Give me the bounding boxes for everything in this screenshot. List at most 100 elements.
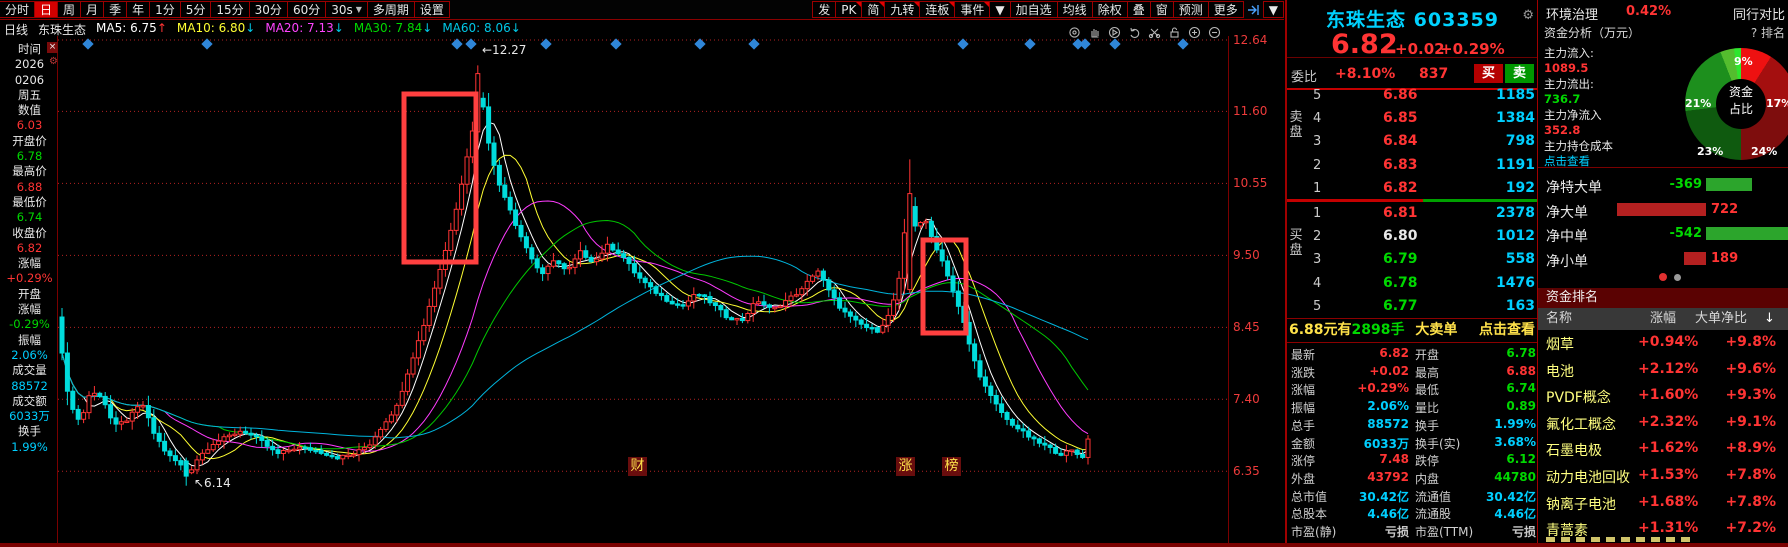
stat-label: 最高 — [1415, 365, 1440, 380]
toolbar-button[interactable]: 九转 — [884, 1, 921, 18]
toolbar-button[interactable]: 简 — [861, 1, 886, 18]
lock-icon[interactable] — [1168, 26, 1181, 42]
alert-link[interactable]: 点击查看 — [1479, 319, 1535, 342]
rank-stock-name[interactable]: 氟化工概念 — [1546, 414, 1616, 434]
order-price[interactable]: 6.79 — [1383, 251, 1418, 267]
toolbar-button[interactable]: 窗 — [1149, 1, 1174, 18]
toolbar-button[interactable]: 1分 — [149, 1, 181, 18]
rank-stock-name[interactable]: 烟草 — [1546, 334, 1574, 354]
order-volume[interactable]: 1191 — [1437, 157, 1535, 173]
order-level[interactable]: 4 — [1313, 111, 1321, 126]
big-order-alert[interactable]: 6.88元有2898手 大卖单 点击查看 — [1287, 318, 1538, 343]
order-price[interactable]: 6.86 — [1383, 87, 1418, 103]
zoom-out-icon[interactable] — [1208, 26, 1221, 42]
price-change-pct: +0.29% — [1440, 40, 1505, 58]
zoom-in-icon[interactable] — [1188, 26, 1201, 42]
stock-name: 东珠生态 — [1326, 9, 1407, 31]
rank-stock-name[interactable]: 电池 — [1546, 361, 1574, 381]
toolbar-button[interactable]: 60分 — [286, 1, 327, 18]
toolbar-button[interactable]: 设置 — [413, 1, 450, 18]
rank-stock-name[interactable]: 钠离子电池 — [1546, 494, 1616, 514]
order-level[interactable]: 3 — [1313, 252, 1321, 267]
order-price[interactable]: 6.77 — [1383, 298, 1418, 314]
order-level[interactable]: 2 — [1313, 229, 1321, 244]
col-name[interactable]: 名称 — [1546, 308, 1572, 330]
order-price[interactable]: 6.81 — [1383, 205, 1418, 221]
rank-stock-name[interactable]: 动力电池回收 — [1546, 467, 1630, 487]
order-price[interactable]: 6.85 — [1383, 110, 1418, 126]
gear-icon[interactable]: ⚙ — [49, 56, 58, 67]
play-icon[interactable] — [1108, 26, 1121, 42]
order-volume[interactable]: 1012 — [1437, 228, 1535, 244]
toolbar-button[interactable]: PK — [835, 1, 863, 18]
toolbar-button[interactable]: 事件 — [954, 1, 991, 18]
hand-icon[interactable] — [1088, 26, 1101, 42]
price-change: +0.02 — [1395, 40, 1445, 58]
toolbar-button[interactable]: 预测 — [1172, 1, 1209, 18]
toolbar-button[interactable]: 周 — [57, 1, 82, 18]
order-volume[interactable]: 163 — [1437, 298, 1535, 314]
toolbar-button[interactable]: 均线 — [1056, 1, 1093, 18]
toolbar-button[interactable]: 连板 — [919, 1, 956, 18]
undo-icon[interactable] — [1128, 26, 1141, 42]
order-price[interactable]: 6.83 — [1383, 157, 1418, 173]
toolbar-button[interactable]: 30s ▼ — [325, 1, 368, 18]
jump-arrow-icon[interactable] — [1244, 1, 1264, 18]
stock-title[interactable]: 东珠生态 603359 — [1287, 5, 1538, 32]
toolbar-button[interactable]: 分时 — [0, 1, 36, 18]
order-price[interactable]: 6.82 — [1383, 180, 1418, 196]
toolbar-button[interactable]: 年 — [126, 1, 151, 18]
rank-stock-name[interactable]: 石墨电极 — [1546, 440, 1602, 460]
order-volume[interactable]: 2378 — [1437, 205, 1535, 221]
order-level[interactable]: 1 — [1313, 206, 1321, 221]
carousel-dot-active[interactable] — [1659, 273, 1667, 281]
toolbar-button[interactable]: 叠 — [1126, 1, 1151, 18]
order-level[interactable]: 5 — [1313, 299, 1321, 314]
toolbar-button[interactable]: 加自选 — [1009, 1, 1058, 18]
buy-button[interactable]: 买 — [1474, 64, 1503, 83]
order-level[interactable]: 1 — [1313, 181, 1321, 196]
weibi-value: +8.10% — [1335, 66, 1396, 82]
eye-icon[interactable] — [1068, 26, 1081, 42]
order-level[interactable]: 4 — [1313, 276, 1321, 291]
toolbar-button[interactable]: ▼ — [989, 1, 1011, 18]
net-order-label: 净大单 — [1546, 204, 1588, 221]
order-volume[interactable]: 1476 — [1437, 275, 1535, 291]
order-volume[interactable]: 1185 — [1437, 87, 1535, 103]
order-volume[interactable]: 192 — [1437, 180, 1535, 196]
stat-label: 振幅 — [1291, 401, 1316, 416]
toolbar-button[interactable]: 30分 — [248, 1, 288, 18]
order-volume[interactable]: 798 — [1437, 133, 1535, 149]
carousel-dot[interactable] — [1674, 274, 1681, 281]
toolbar-button[interactable]: 5分 — [179, 1, 212, 18]
gear-icon[interactable]: ⚙ — [1522, 8, 1534, 23]
order-price[interactable]: 6.80 — [1383, 228, 1418, 244]
toolbar-button[interactable]: 月 — [80, 1, 105, 18]
sell-button[interactable]: 卖 — [1505, 64, 1534, 83]
peer-compare-link[interactable]: 同行对比 — [1733, 4, 1785, 23]
order-volume[interactable]: 1384 — [1437, 110, 1535, 126]
order-level[interactable]: 5 — [1313, 88, 1321, 103]
scissors-icon[interactable] — [1148, 26, 1161, 42]
toolbar-button[interactable]: 日 — [34, 1, 59, 18]
toolbar-button[interactable]: 发 — [812, 1, 837, 18]
rank-stock-name[interactable]: PVDF概念 — [1546, 387, 1611, 407]
toolbar-button[interactable]: ▼ — [1262, 1, 1284, 18]
industry-link[interactable]: 环境治理 — [1546, 4, 1598, 23]
close-icon[interactable]: × — [47, 42, 58, 53]
order-volume[interactable]: 558 — [1437, 251, 1535, 267]
col-net-ratio[interactable]: 大单净比 — [1695, 308, 1747, 330]
rank-link[interactable]: ? 排名 — [1751, 24, 1785, 41]
order-level[interactable]: 2 — [1313, 158, 1321, 173]
col-change[interactable]: 涨幅 — [1650, 308, 1676, 330]
toolbar-button[interactable]: 多周期 — [366, 1, 415, 18]
order-level[interactable]: 3 — [1313, 134, 1321, 149]
toolbar-button[interactable]: 季 — [103, 1, 128, 18]
toolbar-button[interactable]: 更多 — [1207, 1, 1244, 18]
order-price[interactable]: 6.84 — [1383, 133, 1418, 149]
rank-net-ratio: +7.8% — [1725, 467, 1776, 483]
toolbar-button[interactable]: 15分 — [210, 1, 250, 18]
toolbar-button[interactable]: 除权 — [1091, 1, 1128, 18]
sort-arrow-icon[interactable]: ↓ — [1764, 308, 1775, 330]
order-price[interactable]: 6.78 — [1383, 275, 1418, 291]
